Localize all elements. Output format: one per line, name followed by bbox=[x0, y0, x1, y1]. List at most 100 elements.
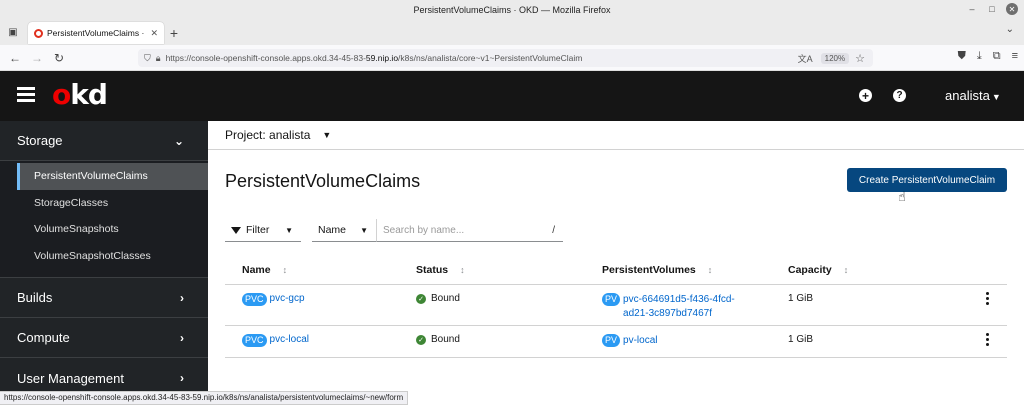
tab-title: PersistentVolumeClaims · O bbox=[47, 28, 147, 38]
filter-dropdown[interactable]: Filter ▼ bbox=[225, 219, 301, 242]
pvc-link[interactable]: pvc-gcp bbox=[270, 293, 305, 304]
pocket-icon[interactable]: ⛊ bbox=[958, 50, 966, 63]
status-text: Bound bbox=[431, 334, 460, 345]
check-circle-icon: ✓ bbox=[416, 335, 426, 345]
link-status-bar: https://console-openshift-console.apps.o… bbox=[0, 391, 409, 405]
pv-link[interactable]: pv-local bbox=[623, 334, 753, 348]
user-menu[interactable]: analista ▼ bbox=[945, 88, 1001, 103]
help-icon[interactable]: ? bbox=[893, 89, 906, 102]
masthead: okd + ? analista ▼ bbox=[0, 71, 1024, 121]
url-text[interactable]: https://console-openshift-console.apps.o… bbox=[166, 53, 798, 63]
import-plus-icon[interactable]: + bbox=[859, 89, 872, 102]
capacity-cell: 1 GiB bbox=[788, 293, 814, 304]
chevron-right-icon: › bbox=[180, 330, 184, 345]
sidebar-item-storageclasses[interactable]: StorageClasses bbox=[0, 190, 208, 217]
sidebar-group-user-management[interactable]: User Management › bbox=[0, 358, 208, 391]
pv-badge: PV bbox=[602, 334, 621, 347]
filter-funnel-icon bbox=[231, 226, 241, 234]
browser-tab[interactable]: PersistentVolumeClaims · O ✕ bbox=[28, 22, 164, 44]
sidebar-item-volumesnapshotclasses[interactable]: VolumeSnapshotClasses bbox=[0, 243, 208, 270]
pvc-name-cell: PVC pvc-gcp bbox=[242, 293, 305, 306]
column-header-name[interactable]: Name ↕ bbox=[242, 264, 287, 276]
extensions-icon[interactable]: ⧉ bbox=[993, 50, 1001, 63]
new-tab-icon[interactable]: + bbox=[164, 22, 184, 44]
pv-badge: PV bbox=[602, 293, 621, 306]
column-header-status[interactable]: Status ↕ bbox=[416, 264, 465, 276]
status-text: Bound bbox=[431, 293, 460, 304]
lock-icon[interactable]: 🔒︎ bbox=[156, 53, 161, 64]
translate-icon[interactable]: 文A bbox=[798, 52, 813, 65]
bookmark-star-icon[interactable]: ☆ bbox=[855, 52, 865, 65]
chevron-down-icon: ⌄ bbox=[173, 133, 184, 148]
pv-cell: PV pvc-664691d5-f436-4fcd-ad21-3c897bd74… bbox=[602, 293, 753, 321]
hand-cursor-icon: ☝ bbox=[898, 189, 906, 204]
window-title: PersistentVolumeClaims · OKD — Mozilla F… bbox=[413, 5, 611, 15]
tab-close-icon[interactable]: ✕ bbox=[150, 28, 158, 39]
back-icon[interactable]: ← bbox=[4, 47, 26, 69]
sidebar-group-builds[interactable]: Builds › bbox=[0, 278, 208, 318]
caret-down-icon: ▼ bbox=[991, 92, 1001, 102]
status-cell: ✓ Bound bbox=[416, 293, 460, 304]
pvc-name-cell: PVC pvc-local bbox=[242, 334, 309, 347]
pvc-badge: PVC bbox=[242, 293, 267, 306]
chevron-right-icon: › bbox=[180, 290, 184, 305]
shield-icon[interactable]: ⛉ bbox=[144, 53, 151, 64]
name-select[interactable]: Name ▼ bbox=[312, 219, 377, 242]
tab-strip: ▣ PersistentVolumeClaims · O ✕ + ⌄ bbox=[0, 20, 1024, 45]
sidebar-item-persistentvolumeclaims[interactable]: PersistentVolumeClaims bbox=[17, 163, 208, 190]
sidebar: Storage ⌄ PersistentVolumeClaims Storage… bbox=[0, 121, 208, 391]
kebab-menu-icon[interactable] bbox=[986, 292, 989, 305]
kebab-menu-icon[interactable] bbox=[986, 333, 989, 346]
sidebar-group-compute[interactable]: Compute › bbox=[0, 318, 208, 358]
caret-down-icon: ▼ bbox=[360, 225, 368, 235]
url-bar[interactable]: ⛉ 🔒︎ https://console-openshift-console.a… bbox=[138, 49, 873, 67]
maximize-icon[interactable]: □ bbox=[986, 3, 998, 15]
hamburger-menu-icon[interactable] bbox=[17, 87, 35, 102]
window-titlebar: PersistentVolumeClaims · OKD — Mozilla F… bbox=[0, 0, 1024, 20]
sort-icon: ↕ bbox=[707, 264, 713, 275]
pvc-table: Name ↕ Status ↕ PersistentVolumes ↕ Capacit… bbox=[225, 255, 1007, 358]
tab-overflow-icon[interactable]: ⌄ bbox=[1006, 24, 1014, 35]
close-window-icon[interactable]: ✕ bbox=[1006, 3, 1018, 15]
tab-list-icon[interactable]: ▣ bbox=[2, 21, 24, 43]
main-content: Project: analista ▼ PersistentVolumeClai… bbox=[208, 121, 1024, 391]
sort-icon: ↕ bbox=[282, 264, 288, 275]
menu-icon[interactable]: ≡ bbox=[1012, 50, 1018, 63]
pv-cell: PV pv-local bbox=[602, 334, 753, 348]
caret-down-icon: ▼ bbox=[322, 130, 332, 140]
search-input[interactable] bbox=[383, 224, 543, 236]
sidebar-item-volumesnapshots[interactable]: VolumeSnapshots bbox=[0, 216, 208, 243]
pvc-badge: PVC bbox=[242, 334, 267, 347]
create-pvc-button[interactable]: Create PersistentVolumeClaim bbox=[847, 168, 1007, 192]
zoom-level[interactable]: 120% bbox=[820, 52, 850, 64]
chevron-right-icon: › bbox=[180, 371, 184, 385]
okd-logo[interactable]: okd bbox=[52, 78, 108, 111]
pv-link[interactable]: pvc-664691d5-f436-4fcd-ad21-3c897bd7467f bbox=[623, 293, 753, 321]
okd-favicon-icon bbox=[34, 28, 43, 38]
project-selector[interactable]: Project: analista ▼ bbox=[208, 121, 1024, 150]
caret-down-icon: ▼ bbox=[285, 225, 293, 235]
pvc-link[interactable]: pvc-local bbox=[270, 334, 309, 345]
download-icon[interactable]: ⤓ bbox=[977, 50, 982, 63]
table-header: Name ↕ Status ↕ PersistentVolumes ↕ Capacit… bbox=[225, 255, 1007, 285]
table-row: PVC pvc-gcp ✓ Bound PV pvc-664691d5-f436… bbox=[225, 285, 1007, 326]
forward-icon[interactable]: → bbox=[26, 47, 48, 69]
reload-icon[interactable]: ↻ bbox=[48, 47, 70, 69]
sort-icon: ↕ bbox=[460, 264, 465, 275]
column-header-capacity[interactable]: Capacity ↕ bbox=[788, 264, 848, 276]
status-cell: ✓ Bound bbox=[416, 334, 460, 345]
sort-icon: ↕ bbox=[843, 264, 849, 275]
column-header-persistentvolumes[interactable]: PersistentVolumes ↕ bbox=[602, 264, 712, 276]
minimize-icon[interactable]: – bbox=[966, 3, 978, 15]
storage-subnav: PersistentVolumeClaims StorageClasses Vo… bbox=[0, 161, 208, 278]
toolbar-icons: ⛊ ⤓ ⧉ ≡ bbox=[958, 50, 1018, 63]
sidebar-group-storage[interactable]: Storage ⌄ bbox=[0, 121, 208, 161]
filter-toolbar: Filter ▼ Name ▼ / bbox=[225, 219, 563, 242]
window-controls: – □ ✕ bbox=[966, 3, 1018, 15]
check-circle-icon: ✓ bbox=[416, 294, 426, 304]
browser-navbar: ← → ↻ ⛉ 🔒︎ https://console-openshift-con… bbox=[0, 45, 1024, 71]
page-title: PersistentVolumeClaims bbox=[225, 171, 421, 191]
table-row: PVC pvc-local ✓ Bound PV pv-local 1 GiB bbox=[225, 326, 1007, 358]
search-field[interactable]: / bbox=[377, 219, 563, 242]
capacity-cell: 1 GiB bbox=[788, 334, 814, 345]
